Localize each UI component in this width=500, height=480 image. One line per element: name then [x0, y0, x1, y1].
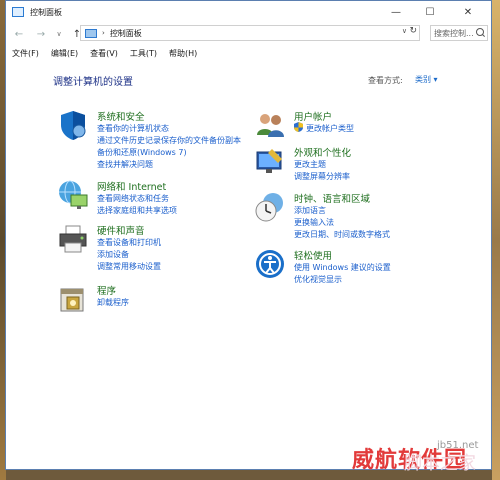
clock-globe-icon[interactable]: [254, 191, 286, 223]
category-system-security: 系统和安全 查看你的计算机状态 通过文件历史记录保存你的文件备份副本 备份和还原…: [57, 109, 257, 169]
category-link[interactable]: 备份和还原(Windows 7): [97, 147, 187, 158]
category-link[interactable]: 更换输入法: [294, 217, 334, 228]
category-title[interactable]: 时钟、语言和区域: [294, 191, 370, 205]
uac-shield-icon: [294, 122, 303, 132]
menu-bar: 文件(F) 编辑(E) 查看(V) 工具(T) 帮助(H): [6, 45, 491, 61]
category-title[interactable]: 外观和个性化: [294, 145, 351, 159]
category-link[interactable]: 查看你的计算机状态: [97, 123, 169, 134]
category-link[interactable]: 查看网络状态和任务: [97, 193, 169, 204]
category-link[interactable]: 更改主题: [294, 159, 326, 170]
category-link[interactable]: 调整屏幕分辨率: [294, 171, 350, 182]
address-bar[interactable]: › 控制面板 ∨ ↻: [80, 25, 420, 41]
category-link[interactable]: 更改日期、时间或数字格式: [294, 229, 390, 240]
shield-icon[interactable]: [57, 109, 89, 141]
category-hardware-sound: 硬件和声音 查看设备和打印机 添加设备 调整常用移动设置: [57, 223, 257, 273]
category-link[interactable]: 添加设备: [97, 249, 129, 260]
page-title: 调整计算机的设置: [53, 77, 133, 88]
appearance-icon[interactable]: [254, 145, 286, 177]
view-by-label: 查看方式:: [368, 76, 403, 85]
category-network-internet: 网络和 Internet 查看网络状态和任务 选择家庭组和共享选项: [57, 179, 257, 219]
back-button[interactable]: ←: [12, 29, 26, 40]
category-link[interactable]: 查找并解决问题: [97, 159, 153, 170]
desktop-background-right: [492, 0, 500, 480]
category-programs: 程序 卸载程序: [57, 283, 257, 313]
control-panel-address-icon: [85, 28, 97, 38]
close-button[interactable]: ✕: [451, 1, 485, 23]
menu-edit[interactable]: 编辑(E): [51, 48, 78, 59]
category-title[interactable]: 网络和 Internet: [97, 179, 166, 193]
search-icon[interactable]: [476, 28, 484, 36]
menu-help[interactable]: 帮助(H): [169, 48, 197, 59]
category-link[interactable]: 调整常用移动设置: [97, 261, 161, 272]
category-link[interactable]: 使用 Windows 建议的设置: [294, 262, 391, 273]
category-link[interactable]: 查看设备和打印机: [97, 237, 161, 248]
category-appearance: 外观和个性化 更改主题 调整屏幕分辨率: [254, 145, 454, 185]
control-panel-app-icon: [12, 7, 24, 17]
category-link[interactable]: 优化视觉显示: [294, 274, 342, 285]
recent-locations-dropdown[interactable]: ∨: [52, 30, 66, 38]
breadcrumb-separator: ›: [102, 29, 105, 37]
category-link[interactable]: 添加语言: [294, 205, 326, 216]
watermark-text: 脚本之家: [404, 453, 476, 474]
category-title[interactable]: 硬件和声音: [97, 223, 145, 237]
category-title[interactable]: 用户帐户: [294, 109, 332, 123]
menu-tools[interactable]: 工具(T): [130, 48, 157, 59]
category-ease-of-access: 轻松使用 使用 Windows 建议的设置 优化视觉显示: [254, 248, 454, 288]
programs-icon[interactable]: [57, 283, 89, 315]
title-bar: 控制面板 — ☐ ✕: [6, 1, 491, 23]
category-clock-language-region: 时钟、语言和区域 添加语言 更换输入法 更改日期、时间或数字格式: [254, 191, 454, 241]
category-user-accounts: 用户帐户 更改帐户类型: [254, 109, 454, 139]
category-title[interactable]: 程序: [97, 283, 116, 297]
breadcrumb-control-panel[interactable]: 控制面板: [110, 28, 142, 39]
search-placeholder: 搜索控制...: [434, 28, 474, 38]
refresh-button[interactable]: ↻: [409, 26, 417, 36]
window-title: 控制面板: [30, 7, 62, 17]
category-link[interactable]: 卸载程序: [97, 297, 129, 308]
users-icon[interactable]: [254, 109, 286, 141]
navigation-bar: ← → ∨ ↑ › 控制面板 ∨ ↻ 搜索控制...: [6, 23, 491, 45]
category-link[interactable]: 选择家庭组和共享选项: [97, 205, 177, 216]
view-by-dropdown[interactable]: 类别 ▾: [412, 73, 441, 86]
accessibility-icon[interactable]: [254, 248, 286, 280]
category-title[interactable]: 轻松使用: [294, 248, 332, 262]
forward-button[interactable]: →: [34, 29, 48, 40]
category-title[interactable]: 系统和安全: [97, 109, 145, 123]
address-dropdown-button[interactable]: ∨: [402, 27, 407, 35]
menu-file[interactable]: 文件(F): [12, 48, 39, 59]
category-link[interactable]: 更改帐户类型: [306, 123, 354, 134]
maximize-button[interactable]: ☐: [413, 1, 447, 23]
minimize-button[interactable]: —: [379, 1, 413, 23]
network-globe-icon[interactable]: [57, 179, 89, 211]
category-link[interactable]: 通过文件历史记录保存你的文件备份副本: [97, 135, 241, 146]
control-panel-window: 控制面板 — ☐ ✕ ← → ∨ ↑ › 控制面板 ∨ ↻ 搜索控制... 文件…: [5, 0, 492, 470]
menu-view[interactable]: 查看(V): [90, 48, 118, 59]
printer-icon[interactable]: [57, 223, 89, 255]
watermark-url: jb51.net: [437, 440, 479, 451]
search-input[interactable]: 搜索控制...: [430, 25, 488, 41]
main-content: 调整计算机的设置 查看方式: 类别 ▾ 系统和安全 查看你的计算机状态 通过文件…: [6, 63, 491, 469]
